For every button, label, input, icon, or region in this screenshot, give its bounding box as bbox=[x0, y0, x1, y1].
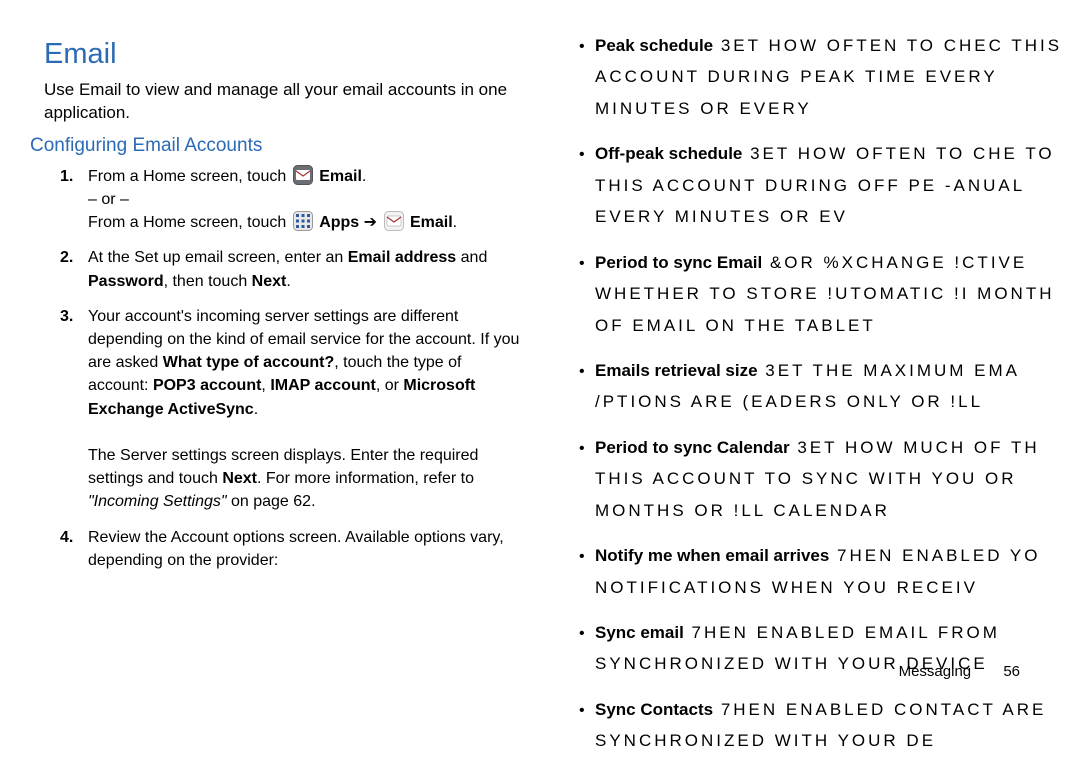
step-text: ➔ bbox=[364, 214, 382, 231]
footer-page: 56 bbox=[1003, 663, 1020, 680]
step-bold: IMAP account bbox=[270, 377, 376, 394]
email-icon bbox=[384, 211, 404, 231]
step-bold: Next bbox=[252, 273, 287, 290]
step-text: and bbox=[456, 249, 487, 266]
step-2: 2. At the Set up email screen, enter an … bbox=[60, 246, 520, 292]
apps-icon bbox=[293, 211, 313, 231]
bullet-lead: Sync email bbox=[595, 623, 684, 642]
bullet-icon: • bbox=[579, 542, 585, 572]
bullet-lead: Sync Contacts bbox=[595, 700, 713, 719]
list-item: •Period to sync Calendar 3ET HOW MUCH OF… bbox=[575, 432, 1080, 526]
step-1: 1. From a Home screen, touch Email. – or… bbox=[60, 165, 520, 235]
step-3: 3. Your account's incoming server settin… bbox=[60, 305, 520, 514]
bullet-lead: Period to sync Calendar bbox=[595, 438, 790, 457]
bullet-icon: • bbox=[579, 696, 585, 726]
step-text: At the Set up email screen, enter an bbox=[88, 249, 348, 266]
list-item: •Sync Contacts 7HEN ENABLED CONTACT ARE … bbox=[575, 694, 1080, 757]
step-4: 4. Review the Account options screen. Av… bbox=[60, 526, 520, 572]
step-text: . bbox=[453, 214, 457, 231]
step-number: 3. bbox=[60, 305, 73, 328]
step-bold: Email address bbox=[348, 249, 457, 266]
step-text: on page 62. bbox=[227, 493, 316, 510]
step-bold: Email bbox=[410, 214, 453, 231]
step-bold: What type of account? bbox=[163, 354, 335, 371]
step-text: . For more information, refer to bbox=[257, 470, 474, 487]
steps-list: 1. From a Home screen, touch Email. – or… bbox=[60, 165, 520, 572]
bullet-lead: Emails retrieval size bbox=[595, 361, 758, 380]
step-or: – or – bbox=[88, 191, 129, 208]
bullet-icon: • bbox=[579, 140, 585, 170]
step-text: , bbox=[261, 377, 270, 394]
step-text: Review the Account options screen. Avail… bbox=[88, 529, 504, 569]
email-heading: Email bbox=[44, 38, 520, 71]
step-text: From a Home screen, touch bbox=[88, 214, 291, 231]
bullet-lead: Notify me when email arrives bbox=[595, 546, 829, 565]
step-text: , or bbox=[376, 377, 404, 394]
step-number: 4. bbox=[60, 526, 73, 549]
list-item: •Peak schedule 3ET HOW OFTEN TO CHEC THI… bbox=[575, 30, 1080, 124]
page-footer: Messaging 56 bbox=[899, 663, 1020, 680]
bullet-lead: Off-peak schedule bbox=[595, 144, 742, 163]
step-number: 2. bbox=[60, 246, 73, 269]
step-bold: Next bbox=[222, 470, 257, 487]
step-text: From a Home screen, touch bbox=[88, 168, 291, 185]
step-text: . bbox=[362, 168, 366, 185]
step-bold: Password bbox=[88, 273, 164, 290]
list-item: •Notify me when email arrives 7HEN ENABL… bbox=[575, 540, 1080, 603]
step-number: 1. bbox=[60, 165, 73, 188]
bullet-list: •Peak schedule 3ET HOW OFTEN TO CHEC THI… bbox=[575, 30, 1080, 757]
footer-section: Messaging bbox=[899, 663, 972, 680]
configuring-heading: Configuring Email Accounts bbox=[30, 135, 520, 157]
email-intro: Use Email to view and manage all your em… bbox=[44, 79, 520, 125]
email-icon bbox=[293, 165, 313, 185]
step-text: . bbox=[254, 401, 258, 418]
list-item: •Period to sync Email &OR %XCHANGE !CTIV… bbox=[575, 247, 1080, 341]
step-text: . bbox=[286, 273, 290, 290]
step-bold: POP3 account bbox=[153, 377, 261, 394]
bullet-icon: • bbox=[579, 619, 585, 649]
bullet-lead: Peak schedule bbox=[595, 36, 713, 55]
step-italic: "Incoming Settings" bbox=[88, 493, 227, 510]
bullet-icon: • bbox=[579, 32, 585, 62]
step-bold: Apps bbox=[319, 214, 359, 231]
step-text: , then touch bbox=[164, 273, 252, 290]
left-column: Email Use Email to view and manage all y… bbox=[0, 20, 540, 720]
bullet-icon: • bbox=[579, 249, 585, 279]
right-column: •Peak schedule 3ET HOW OFTEN TO CHEC THI… bbox=[540, 20, 1080, 720]
bullet-icon: • bbox=[579, 357, 585, 387]
list-item: •Off-peak schedule 3ET HOW OFTEN TO CHE … bbox=[575, 138, 1080, 232]
bullet-lead: Period to sync Email bbox=[595, 253, 762, 272]
bullet-icon: • bbox=[579, 434, 585, 464]
page-columns: Email Use Email to view and manage all y… bbox=[0, 20, 1080, 720]
list-item: •Emails retrieval size 3ET THE MAXIMUM E… bbox=[575, 355, 1080, 418]
step-bold: Email bbox=[319, 168, 362, 185]
